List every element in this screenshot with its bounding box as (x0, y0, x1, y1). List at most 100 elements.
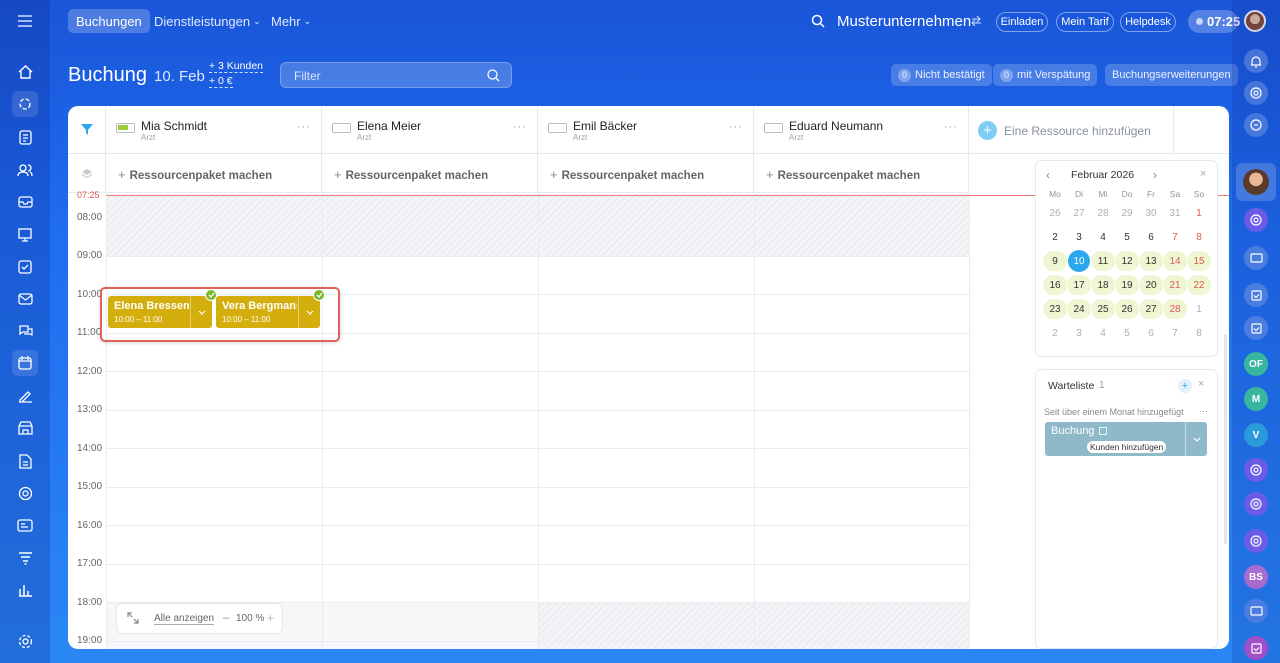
calendar-day[interactable]: 31 (1163, 203, 1187, 223)
calendar-day[interactable]: 30 (1139, 203, 1163, 223)
calendar-day[interactable]: 4 (1091, 227, 1115, 247)
zoom-out-button[interactable]: – (223, 612, 229, 624)
calendar-day[interactable]: 19 (1115, 275, 1139, 295)
calendar-day[interactable]: 1 (1187, 203, 1211, 223)
tab-buchungen[interactable]: Buchungen (68, 9, 150, 33)
calendar-day[interactable]: 3 (1067, 227, 1091, 247)
next-month-icon[interactable]: › (1153, 168, 1157, 182)
calendar-day[interactable]: 16 (1043, 275, 1067, 295)
calendar-day[interactable]: 20 (1139, 275, 1163, 295)
spiral-icon[interactable] (1244, 529, 1268, 553)
package-button[interactable]: + Ressourcenpaket machen (538, 154, 754, 193)
resource-header[interactable]: Emil Bäcker Arzt ··· (538, 106, 754, 154)
calendar-day[interactable]: 5 (1115, 323, 1139, 343)
calendar-day[interactable]: 22 (1187, 275, 1211, 295)
store-icon[interactable] (12, 415, 38, 441)
chat-avatar-initials[interactable]: V (1244, 423, 1268, 447)
search-icon[interactable] (810, 13, 826, 29)
helpdesk-button[interactable]: Helpdesk (1120, 12, 1176, 32)
calendar-day[interactable]: 4 (1091, 323, 1115, 343)
calendar-day[interactable]: 27 (1139, 299, 1163, 319)
id-card-icon[interactable] (1244, 599, 1268, 623)
company-name[interactable]: Musterunternehmen (837, 13, 971, 30)
chat-avatar[interactable] (1243, 169, 1269, 195)
spiral-icon[interactable] (1244, 81, 1268, 105)
calendar-day[interactable]: 14 (1163, 251, 1187, 271)
more-icon[interactable]: ··· (513, 121, 527, 133)
revenue-amount[interactable]: + 0 € (209, 75, 233, 88)
calendar-day[interactable]: 2 (1043, 227, 1067, 247)
scrollbar[interactable] (1224, 334, 1227, 544)
package-button[interactable]: + Ressourcenpaket machen (322, 154, 538, 193)
id-card-icon[interactable] (1244, 246, 1268, 270)
more-icon[interactable]: ··· (944, 121, 958, 133)
calendar-day[interactable]: 1 (1187, 299, 1211, 319)
calendar-day[interactable]: 17 (1067, 275, 1091, 295)
resource-header[interactable]: Elena Meier Arzt ··· (322, 106, 538, 154)
document-icon[interactable] (12, 448, 38, 474)
calendar-day[interactable]: 2 (1043, 323, 1067, 343)
spiral-icon[interactable] (1244, 492, 1268, 516)
close-icon[interactable]: × (1200, 168, 1206, 180)
calendar-day[interactable]: 3 (1067, 323, 1091, 343)
calendar-day[interactable]: 28 (1091, 203, 1115, 223)
add-clients-button[interactable]: Kunden hinzufügen (1087, 441, 1167, 453)
spiral-icon[interactable] (1244, 208, 1268, 232)
checkbox-icon[interactable] (1244, 636, 1268, 660)
calendar-day[interactable]: 9 (1043, 251, 1067, 271)
spiral-icon[interactable] (1244, 458, 1268, 482)
calendar-day[interactable]: 10 (1068, 250, 1090, 272)
checkbox-icon[interactable] (1244, 316, 1268, 340)
calendar-day[interactable]: 12 (1115, 251, 1139, 271)
page-date[interactable]: 10. Feb (154, 68, 205, 85)
calendar-day[interactable]: 21 (1163, 275, 1187, 295)
calendar-day[interactable]: 8 (1187, 323, 1211, 343)
clock-widget[interactable]: 07:25 (1188, 10, 1240, 33)
calendar-day[interactable]: 6 (1139, 227, 1163, 247)
calendar-day[interactable]: 26 (1043, 203, 1067, 223)
more-icon[interactable]: ··· (729, 121, 743, 133)
resource-header[interactable]: Mia Schmidt Arzt ··· (106, 106, 322, 154)
package-button[interactable]: + Ressourcenpaket machen (106, 154, 322, 193)
contacts-icon[interactable] (12, 157, 38, 183)
calendar-day[interactable]: 26 (1115, 299, 1139, 319)
settings-icon[interactable] (12, 628, 38, 654)
prev-month-icon[interactable]: ‹ (1046, 168, 1050, 182)
calendar-day[interactable]: 28 (1163, 299, 1187, 319)
collapse-icon[interactable]: × (1198, 378, 1204, 390)
id-card-icon[interactable] (12, 512, 38, 538)
resource-header[interactable]: Eduard Neumann Arzt ··· (754, 106, 969, 154)
checkbox-icon[interactable] (12, 254, 38, 280)
calendar-icon[interactable] (12, 350, 38, 376)
calendar-day[interactable]: 29 (1115, 203, 1139, 223)
add-icon[interactable]: + (1178, 379, 1192, 393)
add-resource-button[interactable]: + Eine Ressource hinzufügen (969, 106, 1174, 154)
calendar-day[interactable]: 23 (1043, 299, 1067, 319)
calendar-day[interactable]: 8 (1187, 227, 1211, 247)
more-icon[interactable]: ··· (297, 121, 311, 133)
calendar-day[interactable]: 13 (1139, 251, 1163, 271)
filter-input[interactable]: Filter (280, 62, 512, 88)
automation-icon[interactable] (12, 91, 38, 117)
chat-icon[interactable] (12, 318, 38, 344)
funnel-icon[interactable] (12, 545, 38, 571)
tasks-icon[interactable] (12, 124, 38, 150)
home-icon[interactable] (12, 59, 38, 85)
calendar-day[interactable]: 7 (1163, 323, 1187, 343)
chat-avatar-initials[interactable]: OF (1244, 352, 1268, 376)
package-button[interactable]: + Ressourcenpaket machen (754, 154, 969, 193)
presentation-icon[interactable] (12, 222, 38, 248)
invite-button[interactable]: Einladen (996, 12, 1048, 32)
show-all-link[interactable]: Alle anzeigen (154, 613, 215, 625)
calendar-day[interactable]: 25 (1091, 299, 1115, 319)
unconfirmed-filter-button[interactable]: 0 Nicht bestätigt (891, 64, 992, 86)
layers-icon[interactable] (68, 154, 106, 193)
switch-icon[interactable] (970, 15, 982, 27)
tariff-button[interactable]: Mein Tarif (1056, 12, 1114, 32)
calendar-day[interactable]: 7 (1163, 227, 1187, 247)
calendar-day[interactable]: 24 (1067, 299, 1091, 319)
bell-icon[interactable] (1244, 49, 1268, 73)
late-filter-button[interactable]: 0 mit Verspätung (993, 64, 1098, 86)
chevron-down-icon[interactable] (1185, 422, 1207, 456)
mail-icon[interactable] (12, 286, 38, 312)
